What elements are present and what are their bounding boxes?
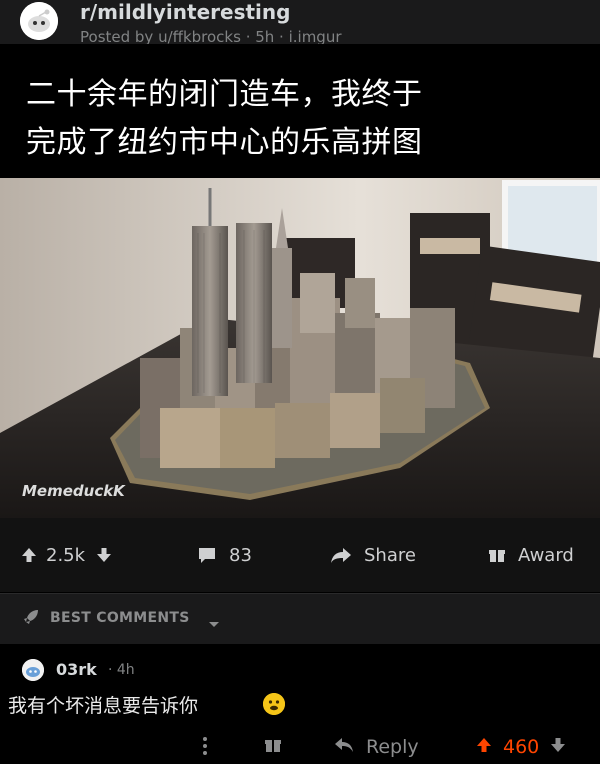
upvote-icon[interactable] <box>475 736 493 758</box>
posted-by-line: Posted by u/ffkbrocks · 5h · i.imgur <box>80 28 342 44</box>
award-icon <box>488 546 506 564</box>
award-label: Award <box>518 544 574 566</box>
comment-count: 83 <box>229 544 252 566</box>
commenter-avatar[interactable] <box>22 659 44 681</box>
subreddit-name[interactable]: r/mildlyinteresting <box>80 0 290 24</box>
upvote-count: 2.5k <box>46 544 86 566</box>
share-label: Share <box>364 544 416 566</box>
vote-group: 2.5k <box>20 518 113 592</box>
reply-button[interactable]: Reply <box>334 736 419 758</box>
caption-line-2: 完成了纽约市中心的乐高拼图 <box>26 125 423 160</box>
caption-box: 二十余年的闭门造车，我终于 完成了纽约市中心的乐高拼图 <box>16 57 514 177</box>
comment-vote-group: 460 <box>475 736 567 758</box>
more-icon[interactable] <box>202 736 208 760</box>
reply-label: Reply <box>366 736 419 758</box>
comment-text: 我有个坏消息要告诉你 <box>8 695 199 717</box>
reply-icon <box>334 737 354 757</box>
share-icon <box>330 546 352 564</box>
reddit-avatar-icon[interactable] <box>20 2 58 40</box>
upvote-icon[interactable] <box>20 546 38 564</box>
award-button[interactable]: Award <box>488 518 574 592</box>
watermark: MemeduckK <box>22 482 125 500</box>
share-button[interactable]: Share <box>330 518 416 592</box>
rocket-icon <box>22 608 40 630</box>
post-image[interactable] <box>0 178 600 518</box>
comments-button[interactable]: 83 <box>197 518 252 592</box>
downvote-icon[interactable] <box>549 736 567 758</box>
comment-sort[interactable]: BEST COMMENTS <box>0 593 600 644</box>
comment-action-bar: Reply 460 <box>0 730 600 764</box>
caption-line-1: 二十余年的闭门造车，我终于 <box>26 77 423 112</box>
emoji-icon <box>263 693 285 715</box>
post-action-bar: 2.5k 83 Share Award <box>0 518 600 592</box>
post-header: r/mildlyinteresting Posted by u/ffkbrock… <box>0 0 600 44</box>
gift-icon[interactable] <box>264 736 282 758</box>
downvote-icon[interactable] <box>95 546 113 564</box>
comment-score: 460 <box>503 736 540 758</box>
chevron-down-icon <box>208 614 220 633</box>
comment-age: · 4h <box>108 662 135 678</box>
best-comments-label: BEST COMMENTS <box>50 610 190 626</box>
comment-icon <box>197 546 217 564</box>
comment-username[interactable]: 03rk <box>56 660 97 679</box>
